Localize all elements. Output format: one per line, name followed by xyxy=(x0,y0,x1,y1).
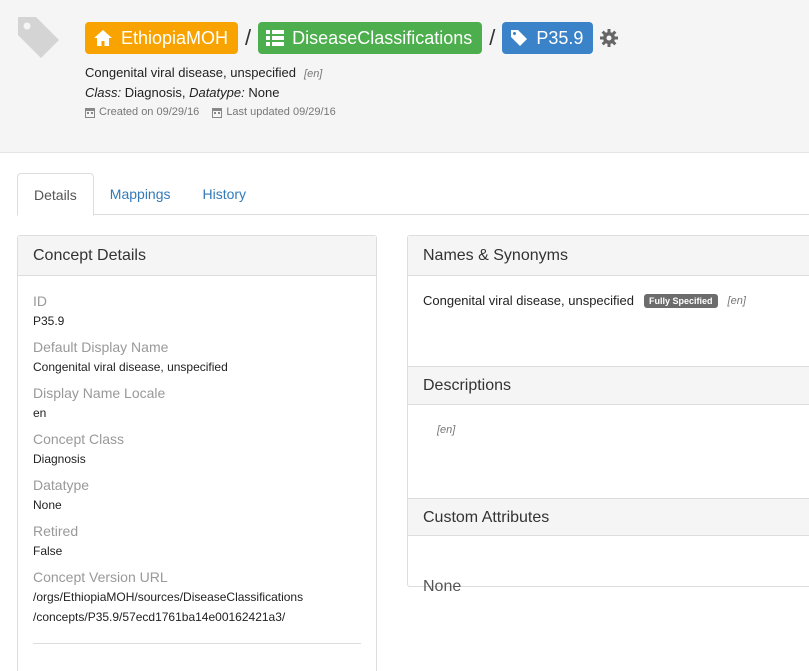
concept-id: P35.9 xyxy=(536,27,584,48)
divider xyxy=(33,643,361,644)
class-label: Class: xyxy=(85,85,122,100)
concept-breadcrumb-button[interactable]: P35.9 xyxy=(502,22,594,54)
synonym-name: Congenital viral disease, unspecified xyxy=(423,293,635,308)
org-name: EthiopiaMOH xyxy=(121,27,229,48)
concept-tabs: Details Mappings History xyxy=(17,173,809,216)
concept-details-panel: Concept Details ID P35.9 Default Display… xyxy=(17,235,377,671)
field-concept-class: Concept Class Diagnosis xyxy=(18,431,376,469)
concept-name-text: Congenital viral disease, unspecified xyxy=(85,65,297,80)
concept-name: Congenital viral disease, unspecified [en… xyxy=(85,65,322,80)
custom-attributes-title: Custom Attributes xyxy=(408,498,809,536)
concept-dates: Created on 09/29/16 Last updated 09/29/1… xyxy=(85,106,336,118)
field-display-name-locale: Display Name Locale en xyxy=(18,385,376,423)
descriptions-title: Descriptions xyxy=(408,366,809,405)
url-line: /orgs/EthiopiaMOH/sources/DiseaseClassif… xyxy=(33,590,304,604)
class-value: Diagnosis, xyxy=(124,85,186,100)
field-default-display-name: Default Display Name Congenital viral di… xyxy=(18,339,376,377)
synonym-locale: [en] xyxy=(727,294,746,307)
field-concept-version-url: Concept Version URL /orgs/EthiopiaMOH/so… xyxy=(18,569,376,627)
field-value: P35.9 xyxy=(33,314,65,328)
synonym-row: Congenital viral disease, unspecified Fu… xyxy=(423,293,802,308)
tag-icon xyxy=(15,14,61,65)
field-label: ID xyxy=(33,293,47,309)
field-label: Default Display Name xyxy=(33,339,169,355)
updated-date: Last updated 09/29/16 xyxy=(226,106,336,118)
field-label: Datatype xyxy=(33,477,90,493)
field-value: Diagnosis xyxy=(33,452,86,466)
field-id: ID P35.9 xyxy=(18,293,376,331)
calendar-icon xyxy=(85,107,95,118)
custom-attributes-value: None xyxy=(423,578,462,595)
fully-specified-badge: Fully Specified xyxy=(644,293,718,308)
field-value: /orgs/EthiopiaMOH/sources/DiseaseClassif… xyxy=(33,587,361,627)
datatype-label: Datatype: xyxy=(189,85,245,100)
tab-mappings[interactable]: Mappings xyxy=(94,173,187,215)
right-panel: Names & Synonyms Congenital viral diseas… xyxy=(407,235,809,595)
datatype-value: None xyxy=(248,85,280,100)
field-value: en xyxy=(33,406,47,420)
description-locale: [en] xyxy=(437,424,456,436)
concept-details-title: Concept Details xyxy=(18,236,376,276)
breadcrumb-separator: / xyxy=(245,25,252,50)
concept-class-line: Class: Diagnosis, Datatype: None xyxy=(85,85,279,100)
gear-icon[interactable] xyxy=(599,28,619,48)
field-label: Concept Version URL xyxy=(33,569,168,585)
field-datatype: Datatype None xyxy=(18,477,376,515)
field-label: Concept Class xyxy=(33,431,125,447)
source-breadcrumb-button[interactable]: DiseaseClassifications xyxy=(258,22,483,54)
list-icon xyxy=(266,30,285,46)
source-name: DiseaseClassifications xyxy=(292,27,473,48)
field-label: Retired xyxy=(33,523,79,539)
field-value: Congenital viral disease, unspecified xyxy=(33,360,228,374)
field-value: False xyxy=(33,544,63,558)
breadcrumb: EthiopiaMOH / DiseaseClassifications / P… xyxy=(85,22,619,54)
created-date: Created on 09/29/16 xyxy=(99,106,200,118)
field-value: None xyxy=(33,498,62,512)
names-title: Names & Synonyms xyxy=(408,236,809,276)
tag-icon xyxy=(511,30,528,46)
calendar-icon xyxy=(212,107,223,118)
concept-header: EthiopiaMOH / DiseaseClassifications / P… xyxy=(0,0,809,153)
field-retired: Retired False xyxy=(18,523,376,561)
tab-history[interactable]: History xyxy=(187,173,263,215)
field-label: Display Name Locale xyxy=(33,385,166,401)
org-breadcrumb-button[interactable]: EthiopiaMOH xyxy=(85,22,239,54)
name-locale: [en] xyxy=(304,68,323,80)
tab-details[interactable]: Details xyxy=(17,173,94,216)
url-line: /concepts/P35.9/57ecd1761ba14e00162421a3… xyxy=(33,610,286,624)
breadcrumb-separator: / xyxy=(489,25,496,50)
home-icon xyxy=(94,30,112,46)
